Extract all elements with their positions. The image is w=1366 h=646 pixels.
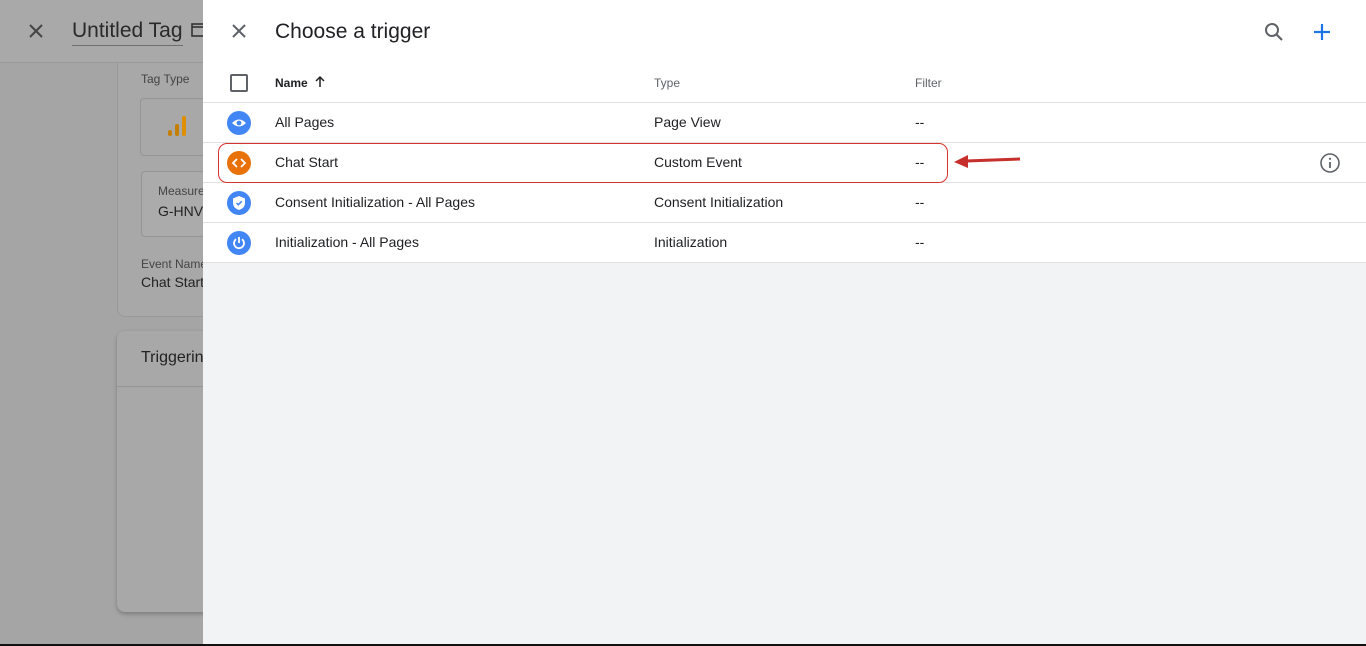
column-type: Type (654, 76, 681, 90)
trigger-type: Initialization (654, 234, 728, 250)
trigger-type: Custom Event (654, 154, 742, 170)
trigger-name[interactable]: All Pages (275, 114, 334, 130)
column-name[interactable]: Name (275, 76, 308, 90)
table-header: Name Type Filter (203, 62, 1366, 103)
tag-type-label: Tag Type (141, 72, 190, 86)
trigger-list-area: Choose a trigger Name Type Filter All Pa… (203, 0, 1366, 263)
code-icon (227, 151, 251, 175)
trigger-name[interactable]: Chat Start (275, 154, 338, 170)
select-all-checkbox[interactable] (230, 74, 248, 92)
info-icon[interactable] (1319, 152, 1341, 174)
tag-name-field[interactable]: Untitled Tag (72, 19, 183, 46)
search-icon[interactable] (1262, 20, 1286, 44)
choose-trigger-panel: Choose a trigger Name Type Filter All Pa… (203, 0, 1366, 644)
close-icon[interactable] (229, 21, 249, 41)
add-icon[interactable] (1310, 20, 1334, 44)
close-icon[interactable] (26, 21, 46, 41)
table-row[interactable]: Chat Start Custom Event -- (203, 143, 1366, 183)
trigger-name[interactable]: Consent Initialization - All Pages (275, 194, 475, 210)
event-name-value: Chat Start (141, 274, 205, 290)
table-row[interactable]: All Pages Page View -- (203, 103, 1366, 143)
trigger-filter: -- (915, 154, 925, 170)
trigger-filter: -- (915, 194, 925, 210)
table-row[interactable]: Initialization - All Pages Initializatio… (203, 223, 1366, 263)
triggering-title: Triggerin (141, 349, 204, 366)
arrow-up-icon[interactable] (313, 75, 327, 89)
table-row[interactable]: Consent Initialization - All Pages Conse… (203, 183, 1366, 223)
page-title: Choose a trigger (275, 20, 431, 43)
measurement-id-value: G-HNV (158, 203, 204, 219)
eye-icon (227, 111, 251, 135)
measurement-id-label: Measure (158, 184, 205, 198)
column-filter: Filter (915, 76, 942, 90)
trigger-type: Consent Initialization (654, 194, 784, 210)
trigger-type: Page View (654, 114, 721, 130)
power-icon (227, 231, 251, 255)
event-name-label: Event Name (141, 257, 208, 271)
analytics-icon (168, 116, 186, 136)
arrow-left-icon (954, 155, 1021, 168)
trigger-filter: -- (915, 114, 925, 130)
shield-icon (227, 191, 251, 215)
trigger-filter: -- (915, 234, 925, 250)
trigger-name[interactable]: Initialization - All Pages (275, 234, 419, 250)
